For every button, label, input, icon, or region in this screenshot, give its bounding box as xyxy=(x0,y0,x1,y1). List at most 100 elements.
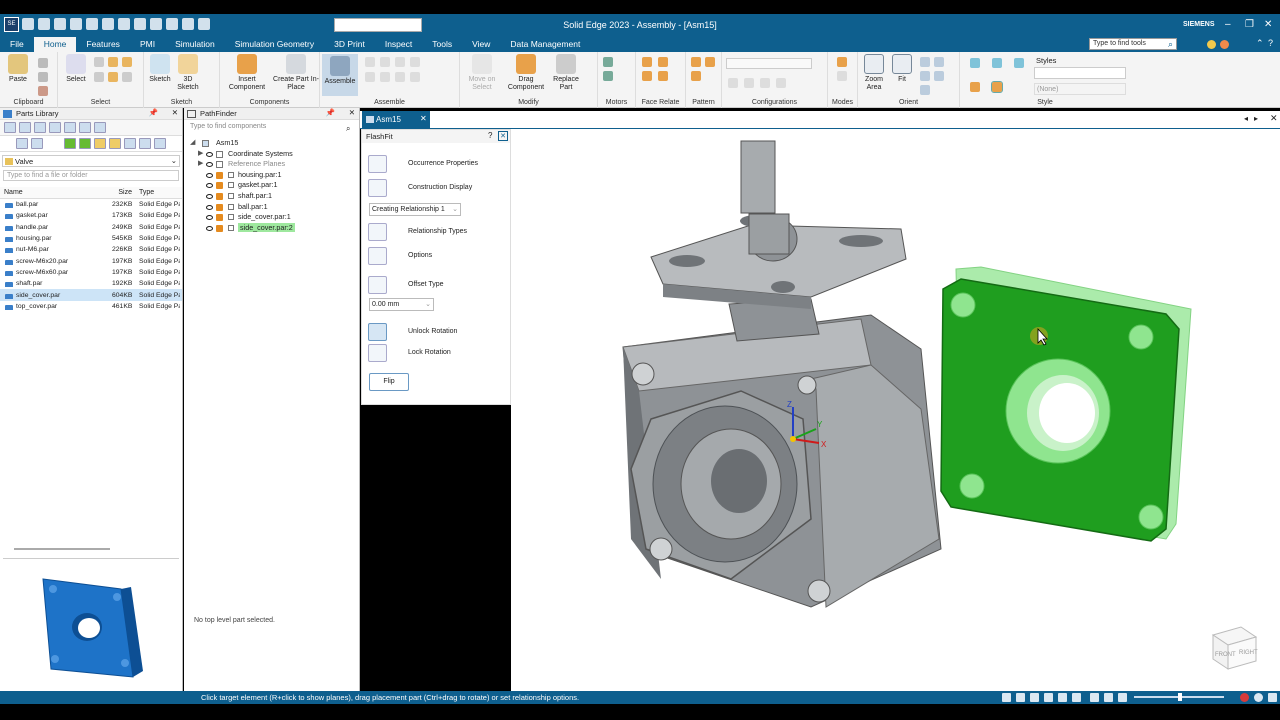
insert-component-button[interactable]: Insert Component xyxy=(222,54,272,92)
style-value[interactable]: (None) xyxy=(1034,83,1126,95)
offset-value-dropdown[interactable]: 0.00 mm ⌄ xyxy=(369,298,434,311)
configuration-dropdown[interactable] xyxy=(726,58,812,69)
expand-icon[interactable]: ▶ xyxy=(198,159,203,167)
sketch-button[interactable]: Sketch xyxy=(146,54,174,84)
replace-part-button[interactable]: Replace Part xyxy=(548,54,584,92)
tree-node[interactable]: gasket.par:1 xyxy=(190,180,355,191)
close-icon[interactable]: ✕ xyxy=(498,131,508,141)
status-rotate-icon[interactable] xyxy=(1072,693,1081,702)
restore-icon[interactable]: ❐ xyxy=(1245,19,1254,30)
paste-button[interactable]: Paste xyxy=(4,54,32,84)
smiley-icon[interactable] xyxy=(1207,40,1216,49)
record-icon[interactable] xyxy=(1240,693,1249,702)
tree-node[interactable]: shaft.par:1 xyxy=(190,191,355,202)
catalog-icon[interactable] xyxy=(79,122,91,133)
tree-node[interactable]: side_cover.par:1 xyxy=(190,212,355,223)
options-button[interactable]: Options xyxy=(368,247,508,265)
visibility-icon[interactable] xyxy=(206,151,213,157)
search-part-icon[interactable] xyxy=(49,122,61,133)
box-select-icon[interactable] xyxy=(94,72,104,82)
visibility-icon[interactable] xyxy=(206,204,213,210)
rotate-icon[interactable] xyxy=(920,71,930,81)
status-area-icon[interactable] xyxy=(1030,693,1039,702)
side-cover-selected-part[interactable] xyxy=(940,266,1192,542)
menu-simulation[interactable]: Simulation xyxy=(165,37,225,52)
tree-node[interactable]: ▶ Reference Planes xyxy=(190,159,355,170)
section-config-icon[interactable] xyxy=(776,78,786,88)
tab-asm15[interactable]: Asm15 ✕ xyxy=(362,111,430,129)
shaded-icon[interactable] xyxy=(970,82,980,92)
close-document-icon[interactable]: ✕ xyxy=(1270,113,1278,124)
back-icon[interactable] xyxy=(64,138,76,149)
help-icon[interactable]: ? xyxy=(1268,38,1273,48)
collapse-icon[interactable]: ◢ xyxy=(190,138,195,146)
construction-display-button[interactable]: Construction Display xyxy=(368,179,508,197)
zoom-area-button[interactable]: Zoom Area xyxy=(860,54,888,92)
mode-alt-icon[interactable] xyxy=(837,71,847,81)
expand-icon[interactable]: ▶ xyxy=(198,149,203,157)
menu-home[interactable]: Home xyxy=(33,37,77,52)
visibility-icon[interactable] xyxy=(206,193,213,199)
pattern-along-icon[interactable] xyxy=(691,71,701,81)
shaded-edges-icon[interactable] xyxy=(991,81,1003,93)
view-cube-top-icon[interactable] xyxy=(992,58,1002,68)
frown-icon[interactable] xyxy=(1220,40,1229,49)
offset-type-button[interactable]: Offset Type xyxy=(368,276,508,294)
visibility-icon[interactable] xyxy=(206,162,213,168)
housing-part[interactable] xyxy=(622,314,942,608)
mode-icon[interactable] xyxy=(837,57,847,67)
motor-icon[interactable] xyxy=(603,57,613,67)
pan-icon[interactable] xyxy=(934,57,944,67)
spin-icon[interactable] xyxy=(934,71,944,81)
view-orient-icon[interactable] xyxy=(920,85,930,95)
preview-icon[interactable] xyxy=(34,122,46,133)
hide-icon[interactable] xyxy=(122,72,132,82)
tree-node[interactable]: ball.par:1 xyxy=(190,202,355,213)
new-folder-icon[interactable] xyxy=(109,138,121,149)
col-name[interactable]: Name xyxy=(0,189,112,196)
tree-root[interactable]: ◢ Asm15 xyxy=(190,138,355,149)
file-row[interactable]: screw-M6x60.par 197KB Solid Edge Pa xyxy=(0,267,182,278)
col-type[interactable]: Type xyxy=(134,189,180,196)
tree-node-selected[interactable]: side_cover.par:2 xyxy=(190,222,355,234)
file-row[interactable]: handle.par 249KB Solid Edge Pa xyxy=(0,222,182,233)
relationship-dropdown[interactable]: Creating Relationship 1 ⌄ xyxy=(369,203,461,216)
visibility-icon[interactable] xyxy=(206,172,213,178)
move-on-select-button[interactable]: Move on Select xyxy=(462,54,502,92)
find-icon[interactable] xyxy=(154,138,166,149)
face-symmetric-icon[interactable] xyxy=(658,71,668,81)
menu-inspect[interactable]: Inspect xyxy=(375,37,422,52)
menu-tools[interactable]: Tools xyxy=(422,37,462,52)
shaft-part[interactable] xyxy=(740,140,798,262)
view-cube-iso-icon[interactable] xyxy=(1014,58,1024,68)
view-icon[interactable] xyxy=(19,122,31,133)
props-icon[interactable] xyxy=(64,122,76,133)
zoom-icon[interactable] xyxy=(920,57,930,67)
pin-icon[interactable]: 📌 xyxy=(149,108,158,117)
status-display-icon[interactable] xyxy=(1118,693,1127,702)
unlock-rotation-button[interactable]: Unlock Rotation xyxy=(368,323,508,341)
tree-icon[interactable] xyxy=(31,138,43,149)
create-part-in-place-button[interactable]: Create Part In-Place xyxy=(272,54,320,92)
command-search-input[interactable]: Type to find tools xyxy=(1089,38,1177,50)
explode-config-icon[interactable] xyxy=(744,78,754,88)
stop-icon[interactable] xyxy=(1254,693,1263,702)
face-parallel-icon[interactable] xyxy=(658,57,668,67)
flip-button[interactable]: Flip xyxy=(369,373,409,391)
close-icon[interactable]: ✕ xyxy=(1264,19,1272,30)
assemble-button[interactable]: Assemble xyxy=(322,54,358,96)
help-icon[interactable]: ? xyxy=(488,131,492,140)
copy-icon[interactable] xyxy=(38,72,48,82)
select-tool-icon[interactable] xyxy=(94,57,104,67)
graphics-window[interactable]: Z Y X FRONT RIGHT xyxy=(511,129,1280,691)
select-button[interactable]: Select xyxy=(62,54,90,84)
status-zoom-icon[interactable] xyxy=(1016,693,1025,702)
file-row[interactable]: screw-M6x20.par 197KB Solid Edge Pa xyxy=(0,255,182,266)
view-cube[interactable]: FRONT RIGHT xyxy=(1211,626,1258,670)
file-row[interactable]: top_cover.par 461KB Solid Edge Pa xyxy=(0,301,182,312)
folder-dropdown[interactable]: Valve ⌄ xyxy=(2,155,180,167)
view-cube-front-icon[interactable] xyxy=(970,58,980,68)
occurrence-properties-button[interactable]: Occurrence Properties xyxy=(368,155,508,173)
pattern-icon[interactable] xyxy=(691,57,701,67)
style-dropdown[interactable] xyxy=(1034,67,1126,79)
